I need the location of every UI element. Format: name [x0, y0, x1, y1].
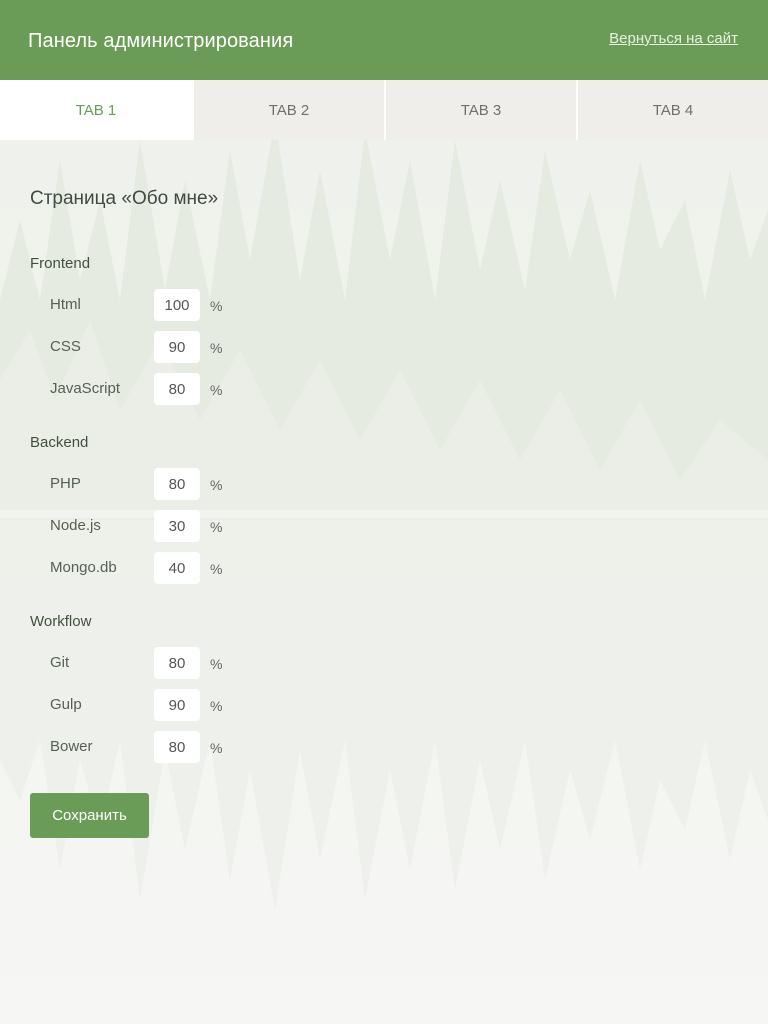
- group-title-workflow: Workflow: [30, 613, 92, 630]
- skill-row-nodejs: Node.js %: [50, 510, 250, 542]
- about-page-form: Страница «Обо мне» Frontend Html % CSS %…: [0, 140, 768, 1024]
- skill-name: Mongo.db: [50, 559, 117, 576]
- skill-row-javascript: JavaScript %: [50, 373, 250, 405]
- tab-1[interactable]: TAB 1: [0, 80, 192, 140]
- percent-unit: %: [210, 298, 223, 314]
- skill-name: Git: [50, 654, 70, 671]
- group-title-frontend: Frontend: [30, 255, 91, 272]
- skill-value-input[interactable]: [154, 689, 200, 721]
- skill-value-input[interactable]: [154, 373, 200, 405]
- skill-name: Node.js: [50, 517, 101, 534]
- percent-unit: %: [210, 519, 223, 535]
- skill-name: Gulp: [50, 696, 82, 713]
- skill-name: Html: [50, 296, 81, 313]
- skill-name: CSS: [50, 338, 81, 355]
- skill-value-input[interactable]: [154, 468, 200, 500]
- percent-unit: %: [210, 698, 223, 714]
- skill-row-mongodb: Mongo.db %: [50, 552, 250, 584]
- skill-name: PHP: [50, 475, 81, 492]
- skill-row-bower: Bower %: [50, 731, 250, 763]
- page-title: Страница «Обо мне»: [30, 188, 219, 209]
- skill-row-css: CSS %: [50, 331, 250, 363]
- skill-value-input[interactable]: [154, 647, 200, 679]
- skill-value-input[interactable]: [154, 731, 200, 763]
- skill-row-html: Html %: [50, 289, 250, 321]
- admin-header: Панель администрирования Вернуться на са…: [0, 0, 768, 80]
- header-title: Панель администрирования: [28, 30, 294, 52]
- skill-value-input[interactable]: [154, 552, 200, 584]
- save-button[interactable]: Сохранить: [30, 793, 149, 838]
- percent-unit: %: [210, 656, 223, 672]
- percent-unit: %: [210, 561, 223, 577]
- skill-value-input[interactable]: [154, 510, 200, 542]
- skill-value-input[interactable]: [154, 289, 200, 321]
- skill-value-input[interactable]: [154, 331, 200, 363]
- tab-bar: TAB 1 TAB 2 TAB 3 TAB 4: [0, 80, 768, 140]
- tab-3[interactable]: TAB 3: [384, 80, 576, 140]
- tab-2[interactable]: TAB 2: [192, 80, 384, 140]
- tab-4[interactable]: TAB 4: [576, 80, 768, 140]
- group-title-backend: Backend: [30, 434, 89, 451]
- skill-name: JavaScript: [50, 380, 121, 397]
- skill-row-gulp: Gulp %: [50, 689, 250, 721]
- skill-row-git: Git %: [50, 647, 250, 679]
- percent-unit: %: [210, 477, 223, 493]
- percent-unit: %: [210, 340, 223, 356]
- percent-unit: %: [210, 382, 223, 398]
- skill-row-php: PHP %: [50, 468, 250, 500]
- skill-name: Bower: [50, 738, 93, 755]
- back-to-site-link[interactable]: Вернуться на сайт: [609, 30, 738, 47]
- percent-unit: %: [210, 740, 223, 756]
